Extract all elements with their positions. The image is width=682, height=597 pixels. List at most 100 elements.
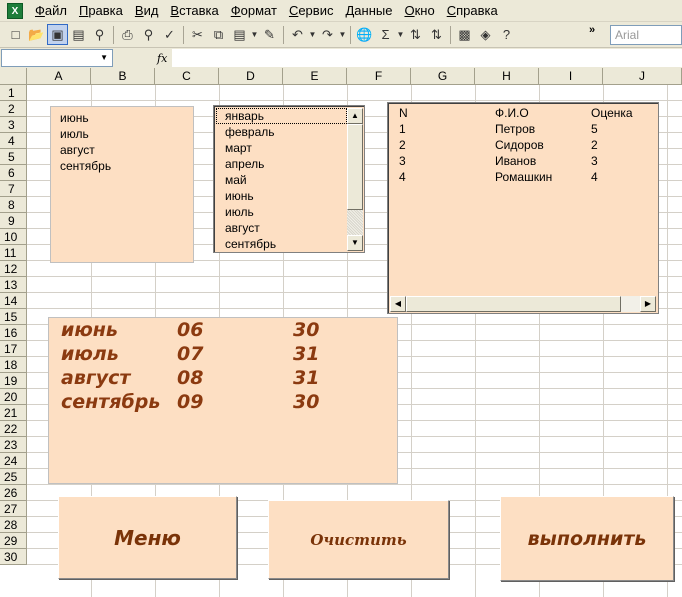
select-all-corner[interactable] [0, 68, 27, 85]
row-header[interactable]: 25 [0, 469, 27, 485]
row-header[interactable]: 23 [0, 437, 27, 453]
row-header[interactable]: 29 [0, 533, 27, 549]
menu-data[interactable]: Данные [339, 0, 398, 22]
row-header[interactable]: 1 [0, 85, 27, 101]
row-header[interactable]: 24 [0, 453, 27, 469]
selected-months-listbox[interactable]: июнь июль август сентябрь [50, 106, 194, 263]
row-header[interactable]: 13 [0, 277, 27, 293]
column-header-g[interactable]: G [411, 68, 475, 85]
table-row[interactable]: 3 Иванов 3 [388, 153, 658, 169]
row-header[interactable]: 6 [0, 165, 27, 181]
column-header-a[interactable]: A [27, 68, 91, 85]
scroll-thumb[interactable] [406, 296, 621, 312]
print-icon[interactable]: ⎙ [117, 24, 138, 45]
row-header[interactable]: 30 [0, 549, 27, 565]
toolbar-overflow-icon[interactable]: » [589, 24, 595, 36]
row-header[interactable]: 15 [0, 309, 27, 325]
vertical-scrollbar[interactable]: ▲ ▼ [347, 108, 363, 251]
excel-icon[interactable]: X [7, 2, 23, 19]
list-item[interactable]: июнь [60, 110, 184, 126]
column-header-i[interactable]: I [539, 68, 603, 85]
list-item[interactable]: февраль [216, 124, 347, 140]
row-header[interactable]: 10 [0, 229, 27, 245]
redo-dropdown-icon[interactable]: ▼ [338, 30, 347, 39]
list-item[interactable]: июль [216, 204, 347, 220]
row-header[interactable]: 18 [0, 357, 27, 373]
redo-icon[interactable]: ↷ [317, 24, 338, 45]
paste-dropdown-icon[interactable]: ▼ [250, 30, 259, 39]
scroll-up-icon[interactable]: ▲ [347, 108, 363, 124]
search-icon[interactable]: ⚲ [89, 24, 110, 45]
row-header[interactable]: 14 [0, 293, 27, 309]
menu-window[interactable]: Окно [398, 0, 440, 22]
font-name-field[interactable]: Arial [610, 25, 682, 45]
row-header[interactable]: 4 [0, 133, 27, 149]
column-header-b[interactable]: B [91, 68, 155, 85]
row-header[interactable]: 11 [0, 245, 27, 261]
list-item[interactable]: сентябрь [216, 236, 347, 252]
row-header[interactable]: 7 [0, 181, 27, 197]
list-item[interactable]: июль [60, 126, 184, 142]
sort-desc-icon[interactable]: ⇅ [426, 24, 447, 45]
table-row[interactable]: 4 Ромашкин 4 [388, 169, 658, 185]
row-header[interactable]: 22 [0, 421, 27, 437]
row-header[interactable]: 8 [0, 197, 27, 213]
scroll-down-icon[interactable]: ▼ [347, 235, 363, 251]
column-header-j[interactable]: J [603, 68, 682, 85]
format-painter-icon[interactable]: ✎ [259, 24, 280, 45]
spelling-icon[interactable]: ✓ [159, 24, 180, 45]
scroll-right-icon[interactable]: ▶ [640, 296, 656, 312]
clear-button[interactable]: Очистить [268, 500, 449, 579]
save-icon[interactable]: ▣ [47, 24, 68, 45]
menu-view[interactable]: Вид [129, 0, 165, 22]
row-header[interactable]: 3 [0, 117, 27, 133]
open-icon[interactable]: 📂 [26, 24, 47, 45]
column-header-d[interactable]: D [219, 68, 283, 85]
menu-file[interactable]: Файл [29, 0, 73, 22]
table-row[interactable]: 1 Петров 5 [388, 121, 658, 137]
row-header[interactable]: 12 [0, 261, 27, 277]
list-item[interactable]: сентябрь [60, 158, 184, 174]
row-header[interactable]: 2 [0, 101, 27, 117]
row-header[interactable]: 9 [0, 213, 27, 229]
menu-format[interactable]: Формат [225, 0, 283, 22]
undo-dropdown-icon[interactable]: ▼ [308, 30, 317, 39]
scroll-track[interactable] [347, 210, 363, 235]
list-item[interactable]: апрель [216, 156, 347, 172]
chevron-down-icon[interactable]: ▼ [100, 53, 108, 62]
menu-help[interactable]: Справка [441, 0, 504, 22]
menu-edit[interactable]: Правка [73, 0, 129, 22]
undo-icon[interactable]: ↶ [287, 24, 308, 45]
row-header[interactable]: 17 [0, 341, 27, 357]
scroll-left-icon[interactable]: ◀ [390, 296, 406, 312]
column-header-c[interactable]: C [155, 68, 219, 85]
print-preview-icon[interactable]: ⚲ [138, 24, 159, 45]
paste-icon[interactable]: ▤ [229, 24, 250, 45]
row-header[interactable]: 21 [0, 405, 27, 421]
name-box[interactable]: ▼ [1, 49, 113, 67]
list-item[interactable]: август [60, 142, 184, 158]
row-header[interactable]: 5 [0, 149, 27, 165]
menu-insert[interactable]: Вставка [164, 0, 224, 22]
menu-button[interactable]: Меню [58, 496, 237, 579]
hyperlink-icon[interactable]: 🌐 [354, 24, 375, 45]
sort-asc-icon[interactable]: ⇅ [405, 24, 426, 45]
run-button[interactable]: выполнить [500, 496, 674, 581]
permission-icon[interactable]: ▤ [68, 24, 89, 45]
row-header[interactable]: 26 [0, 485, 27, 501]
function-icon[interactable]: fx [157, 52, 167, 65]
row-header[interactable]: 28 [0, 517, 27, 533]
column-header-h[interactable]: H [475, 68, 539, 85]
autosum-icon[interactable]: Σ [375, 24, 396, 45]
column-header-f[interactable]: F [347, 68, 411, 85]
help-icon[interactable]: ? [496, 24, 517, 45]
list-item[interactable]: март [216, 140, 347, 156]
horizontal-scrollbar[interactable]: ◀ ▶ [390, 296, 656, 312]
copy-icon[interactable]: ⧉ [208, 24, 229, 45]
chart-icon[interactable]: ▩ [454, 24, 475, 45]
scroll-thumb[interactable] [347, 124, 363, 210]
formula-input[interactable] [172, 49, 682, 67]
autosum-dropdown-icon[interactable]: ▼ [396, 30, 405, 39]
new-icon[interactable]: □ [5, 24, 26, 45]
months-listbox[interactable]: январь февраль март апрель май июнь июль… [213, 105, 365, 253]
